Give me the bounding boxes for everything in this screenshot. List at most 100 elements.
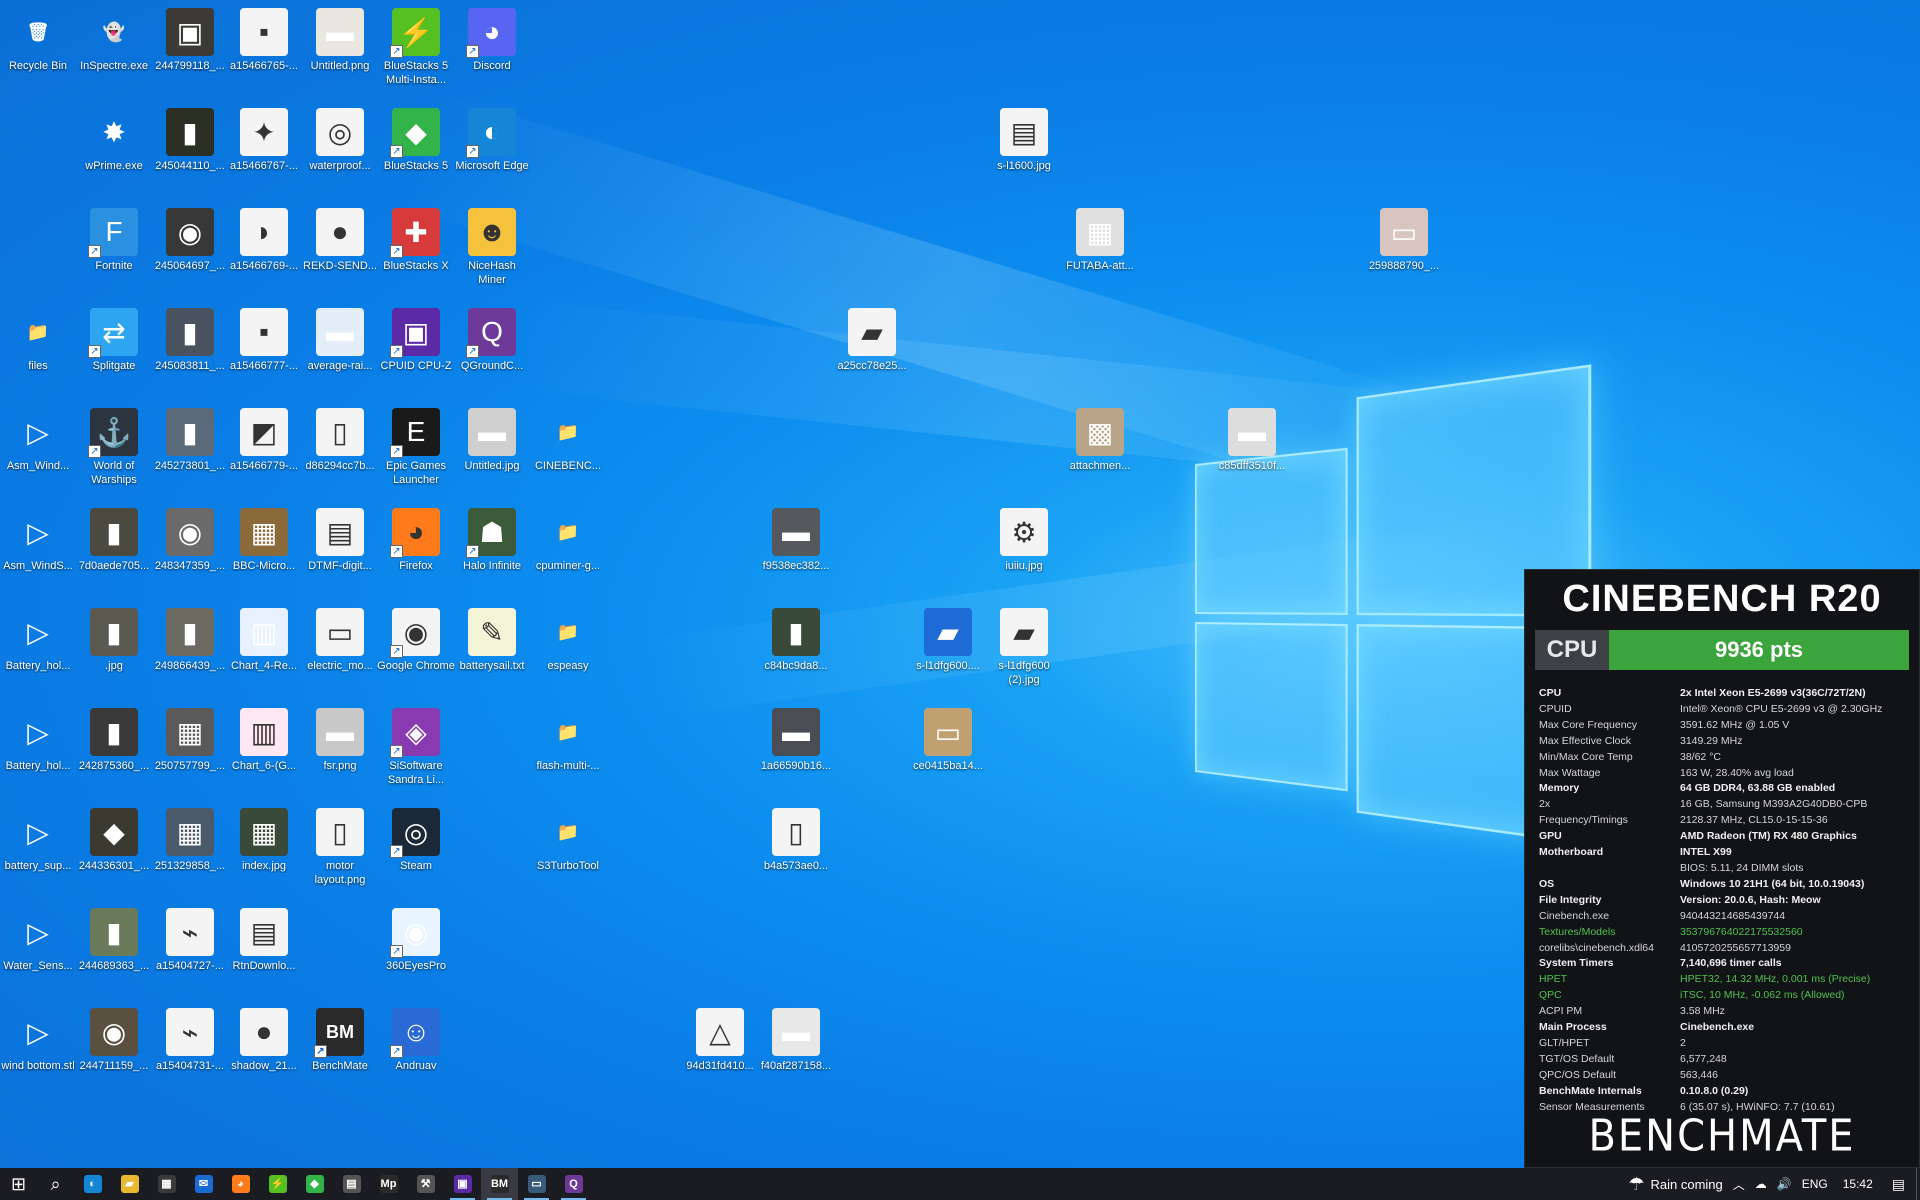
desktop-icon[interactable]: ▷ battery_sup... xyxy=(0,804,76,900)
desktop-icon[interactable]: ▬ f40af287158... xyxy=(758,1004,834,1100)
taskbar-remote-button[interactable]: ▭ xyxy=(518,1168,555,1200)
desktop-icon[interactable]: ▷ wind bottom.stl xyxy=(0,1004,76,1100)
taskbar-mp-button[interactable]: Mp xyxy=(370,1168,407,1200)
desktop-icon[interactable]: ▬ fsr.png xyxy=(302,704,378,800)
desktop-icon[interactable]: ▮ 245044110_... xyxy=(152,104,228,200)
taskbar-calculator-button[interactable]: ▤ xyxy=(333,1168,370,1200)
taskbar-store-button[interactable]: ▦ xyxy=(148,1168,185,1200)
desktop-icon[interactable]: ⌁ a15404731-... xyxy=(152,1004,228,1100)
desktop-icon[interactable]: ◆ ↗ BlueStacks 5 xyxy=(378,104,454,200)
taskbar-mail-button[interactable]: ✉ xyxy=(185,1168,222,1200)
desktop-icon[interactable]: ▰ s-l1dfg600 (2).jpg xyxy=(986,604,1062,700)
desktop-icon[interactable]: ▦ BBC-Micro... xyxy=(226,504,302,600)
volume-icon[interactable]: 🔊 xyxy=(1777,1177,1792,1191)
desktop-icon[interactable]: ▮ 245273801_... xyxy=(152,404,228,500)
desktop-icon[interactable]: ▰ a25cc78e25... xyxy=(834,304,910,400)
taskbar-qground-button[interactable]: Q xyxy=(555,1168,592,1200)
desktop-icon[interactable]: ▬ c85dff3510f... xyxy=(1214,404,1290,500)
desktop-icon[interactable]: 👻 InSpectre.exe xyxy=(76,4,152,100)
desktop-icon[interactable]: 🗑 Recycle Bin xyxy=(0,4,76,100)
desktop-icon[interactable]: ◩ a15466779-... xyxy=(226,404,302,500)
desktop-icon[interactable]: ◉ ↗ 360EyesPro xyxy=(378,904,454,1000)
desktop-icon[interactable]: ▣ ↗ CPUID CPU-Z xyxy=(378,304,454,400)
desktop-icon[interactable]: ▭ 259888790_... xyxy=(1366,204,1442,300)
desktop-icon[interactable]: ▭ ce0415ba14... xyxy=(910,704,986,800)
desktop-icon[interactable]: ▪ a15466765-... xyxy=(226,4,302,100)
desktop-icon[interactable]: ▣ 244799118_... xyxy=(152,4,228,100)
taskbar-benchmate-button[interactable]: BM xyxy=(481,1168,518,1200)
desktop-icon[interactable]: ⚙ iuiiu.jpg xyxy=(986,504,1062,600)
desktop-icon[interactable]: ◉ 244711159_... xyxy=(76,1004,152,1100)
taskbar-firefox-button[interactable]: ◕ xyxy=(222,1168,259,1200)
desktop-icon[interactable]: ● shadow_21... xyxy=(226,1004,302,1100)
desktop-icon[interactable]: ▮ 7d0aede705... xyxy=(76,504,152,600)
desktop-icon[interactable]: ◆ 244336301_... xyxy=(76,804,152,900)
desktop-icon[interactable]: ▦ FUTABA-att... xyxy=(1062,204,1138,300)
taskbar-search-button[interactable]: ⌕ xyxy=(37,1168,74,1200)
desktop-icon[interactable]: ▥ Chart_6-(G... xyxy=(226,704,302,800)
taskbar-edge-button[interactable]: ◐ xyxy=(74,1168,111,1200)
language-indicator[interactable]: ENG xyxy=(1802,1177,1828,1191)
desktop-icon[interactable]: ◗ a15466769-... xyxy=(226,204,302,300)
desktop-icon[interactable]: ▮ 245083811_... xyxy=(152,304,228,400)
desktop-icon[interactable]: ▯ motor layout.png xyxy=(302,804,378,900)
desktop-icon[interactable]: 📁 S3TurboTool xyxy=(530,804,606,900)
desktop-icon[interactable]: ▬ average-rai... xyxy=(302,304,378,400)
desktop-icon[interactable]: ✎ batterysail.txt xyxy=(454,604,530,700)
desktop-icon[interactable]: ▮ 242875360_... xyxy=(76,704,152,800)
desktop-icon[interactable]: ◎ ↗ Steam xyxy=(378,804,454,900)
desktop-icon[interactable]: ⚡ ↗ BlueStacks 5 Multi-Insta... xyxy=(378,4,454,100)
desktop-icon[interactable]: E ↗ Epic Games Launcher xyxy=(378,404,454,500)
desktop-icon[interactable]: ▷ Battery_hol... xyxy=(0,604,76,700)
desktop-icon[interactable]: ▤ DTMF-digit... xyxy=(302,504,378,600)
desktop-icon[interactable]: ◐ ↗ Microsoft Edge xyxy=(454,104,530,200)
taskbar-bluestacks-button[interactable]: ◆ xyxy=(296,1168,333,1200)
desktop-icon[interactable]: ▷ Asm_WindS... xyxy=(0,504,76,600)
taskbar-bluestacks-multi-button[interactable]: ⚡ xyxy=(259,1168,296,1200)
desktop-icon[interactable]: ⌁ a15404727-... xyxy=(152,904,228,1000)
desktop-icon[interactable]: ✦ a15466767-... xyxy=(226,104,302,200)
clock[interactable]: 15:42 xyxy=(1843,1177,1873,1191)
desktop-icon[interactable]: ◉ 248347359_... xyxy=(152,504,228,600)
desktop-icon[interactable]: ☻ NiceHash Miner xyxy=(454,204,530,300)
desktop-icon[interactable]: ▯ b4a573ae0... xyxy=(758,804,834,900)
desktop-icon[interactable]: ⚓ ↗ World of Warships xyxy=(76,404,152,500)
desktop-icon[interactable]: ▦ 250757799_... xyxy=(152,704,228,800)
desktop-icon[interactable]: ▩ attachmen... xyxy=(1062,404,1138,500)
desktop-icon[interactable]: ✸ wPrime.exe xyxy=(76,104,152,200)
taskbar-tool-button[interactable]: ⚒ xyxy=(407,1168,444,1200)
desktop-icon[interactable]: ◕ ↗ Firefox xyxy=(378,504,454,600)
desktop-icon[interactable]: 📁 files xyxy=(0,304,76,400)
desktop-icon[interactable]: ▮ 249866439_... xyxy=(152,604,228,700)
desktop-icon[interactable]: ▦ 251329858_... xyxy=(152,804,228,900)
desktop-icon[interactable]: ▦ index.jpg xyxy=(226,804,302,900)
desktop-icon[interactable]: ▪ a15466777-... xyxy=(226,304,302,400)
desktop-icon[interactable]: ◈ ↗ SiSoftware Sandra Li... xyxy=(378,704,454,800)
desktop-icon[interactable]: ▷ Asm_Wind... xyxy=(0,404,76,500)
desktop-icon[interactable]: 📁 flash-multi-... xyxy=(530,704,606,800)
desktop-icon[interactable]: ▤ s-l1600.jpg xyxy=(986,104,1062,200)
show-desktop-button[interactable] xyxy=(1916,1168,1920,1200)
desktop-icon[interactable]: ✚ ↗ BlueStacks X xyxy=(378,204,454,300)
desktop-icon[interactable]: ▬ 1a66590b16... xyxy=(758,704,834,800)
taskbar-start-button[interactable]: ⊞ xyxy=(0,1168,37,1200)
desktop-icon[interactable]: ▰ s-l1dfg600.... xyxy=(910,604,986,700)
desktop-icon[interactable]: 📁 CINEBENC... xyxy=(530,404,606,500)
desktop-icon[interactable]: ▷ Water_Sens... xyxy=(0,904,76,1000)
desktop-icon[interactable]: ▮ 244689363_... xyxy=(76,904,152,1000)
network-icon[interactable]: ☁ xyxy=(1755,1177,1767,1191)
desktop-icon[interactable]: ◉ ↗ Google Chrome xyxy=(378,604,454,700)
weather-widget[interactable]: ☂ Rain coming xyxy=(1628,1174,1722,1195)
taskbar-file-explorer-button[interactable]: ▰ xyxy=(111,1168,148,1200)
desktop-icon[interactable]: ▮ c84bc9da8... xyxy=(758,604,834,700)
desktop-icon[interactable]: ▮ .jpg xyxy=(76,604,152,700)
desktop-icon[interactable]: BM ↗ BenchMate xyxy=(302,1004,378,1100)
desktop-icon[interactable]: ▬ f9538ec382... xyxy=(758,504,834,600)
desktop-icon[interactable]: F ↗ Fortnite xyxy=(76,204,152,300)
desktop-icon[interactable]: ▥ Chart_4-Re... xyxy=(226,604,302,700)
desktop-icon[interactable]: ◕ ↗ Discord xyxy=(454,4,530,100)
desktop-icon[interactable]: ☗ ↗ Halo Infinite xyxy=(454,504,530,600)
desktop-icon[interactable]: ◉ 245064697_... xyxy=(152,204,228,300)
desktop-icon[interactable]: 📁 cpuminer-g... xyxy=(530,504,606,600)
desktop-icon[interactable]: △ 94d31fd410... xyxy=(682,1004,758,1100)
